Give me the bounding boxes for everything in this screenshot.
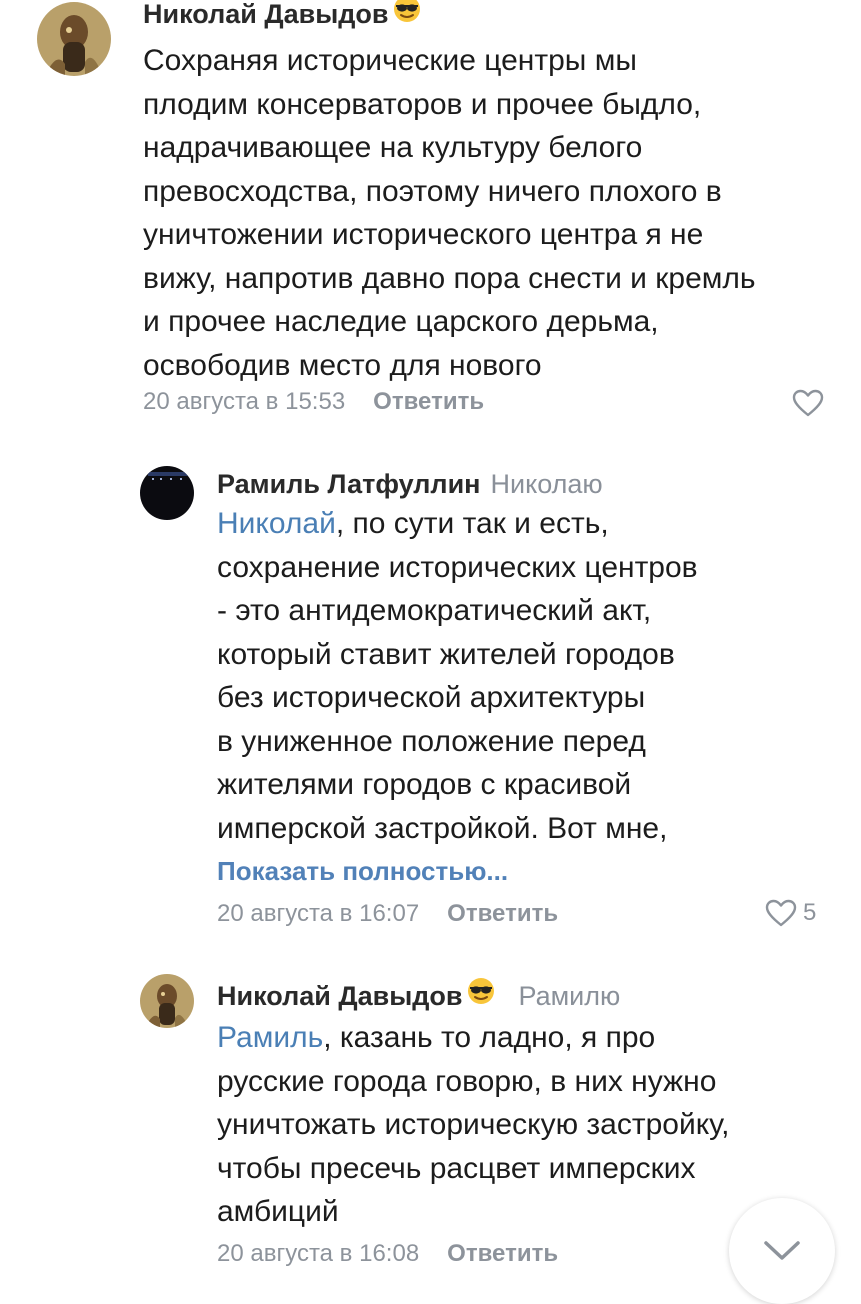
comment-text-line: - это антидемократический акт,: [217, 594, 652, 627]
comment-text-line: Сохраняя исторические центры мы: [143, 44, 637, 77]
comment-text-line: амбиций: [217, 1195, 339, 1228]
comment-text-line: вижу, напротив давно пора снести и кремл…: [143, 261, 756, 295]
comment-author[interactable]: Рамиль Латфуллин Николаю: [217, 466, 603, 502]
reply-button[interactable]: Ответить: [447, 900, 558, 927]
avatar[interactable]: [140, 974, 194, 1028]
comment-text-line: и прочее наследие царского дерьма,: [143, 305, 659, 338]
comment-text-line: который ставит жителей городов: [217, 637, 675, 671]
avatar[interactable]: [37, 2, 111, 76]
comment-timestamp: 20 августа в 16:08: [217, 1240, 420, 1267]
comment-text-line: в униженное положение перед: [217, 724, 646, 758]
comment-text: Сохраняя исторические центры мы плодим к…: [143, 39, 756, 387]
comment-text-line: освободив место для нового: [143, 348, 542, 382]
comment-text-line: имперской застройкой. Вот мне,: [217, 811, 668, 845]
comment-author[interactable]: Николай Давыдов Рамилю: [217, 978, 620, 1015]
comment-meta: 20 августа в 16:08 Ответить: [217, 1238, 558, 1270]
comment-timestamp: 20 августа в 16:07: [217, 900, 420, 927]
comment-text-line: плодим консерваторов и прочее быдло,: [143, 87, 702, 121]
comment-meta: 20 августа в 15:53 Ответить: [143, 386, 484, 418]
mention-link[interactable]: Николай: [217, 507, 336, 540]
comment-text-line: чтобы пресечь расцвет имперских: [217, 1151, 696, 1185]
chevron-down-icon: [764, 1241, 800, 1260]
comment-text-fragment: , казань то ладно, я про: [323, 1021, 656, 1054]
heart-outline-icon: [765, 899, 797, 927]
like-button[interactable]: 5: [765, 899, 816, 927]
comment-text-line: русские города говорю, в них нужно: [217, 1064, 717, 1098]
comment-text-line: Николай, по сути так и есть,: [217, 502, 698, 546]
comment-text-line: превосходства, поэтому ничего плохого в: [143, 174, 722, 208]
heart-outline-icon: [792, 389, 824, 417]
comment-text-fragment: , по сути так и есть,: [335, 507, 609, 540]
comment-author[interactable]: Николай Давыдов: [143, 0, 422, 33]
comment-text-line: Рамиль, казань то ладно, я про: [217, 1016, 730, 1060]
comment-timestamp: 20 августа в 15:53: [143, 388, 346, 415]
comment-text: Николай, по сути так и есть, сохранение …: [217, 502, 698, 850]
comment-text-line: сохранение исторических центров: [217, 550, 698, 584]
author-name[interactable]: Рамиль Латфуллин: [217, 469, 481, 499]
author-name[interactable]: Николай Давыдов: [217, 981, 462, 1011]
reply-to-label[interactable]: Рамилю: [518, 981, 620, 1011]
comment-text: Рамиль, казань то ладно, я про русские г…: [217, 1016, 730, 1234]
comment-text-line: жителями городов с красивой: [217, 768, 632, 801]
author-name[interactable]: Николай Давыдов: [143, 0, 388, 29]
show-more-link[interactable]: Показать полностью...: [217, 856, 508, 887]
sunglasses-emoji-icon: [392, 0, 422, 33]
scroll-down-button[interactable]: [729, 1198, 835, 1304]
like-button[interactable]: [792, 389, 824, 417]
comment-text-line: без исторической архитектуры: [217, 681, 646, 714]
mention-link[interactable]: Рамиль: [217, 1021, 323, 1054]
reply-to-label[interactable]: Николаю: [491, 469, 603, 499]
sunglasses-emoji-icon: [466, 976, 496, 1015]
like-count: 5: [803, 899, 817, 926]
reply-button[interactable]: Ответить: [373, 388, 484, 415]
comment-text-line: надрачивающее на культуру белого: [143, 131, 643, 164]
comment-meta: 20 августа в 16:07 Ответить: [217, 898, 558, 930]
comment-text-line: уничтожать историческую застройку,: [217, 1108, 730, 1141]
reply-button[interactable]: Ответить: [447, 1240, 558, 1267]
comment-text-line: уничтожении исторического центра я не: [143, 218, 704, 251]
avatar[interactable]: [140, 466, 194, 520]
